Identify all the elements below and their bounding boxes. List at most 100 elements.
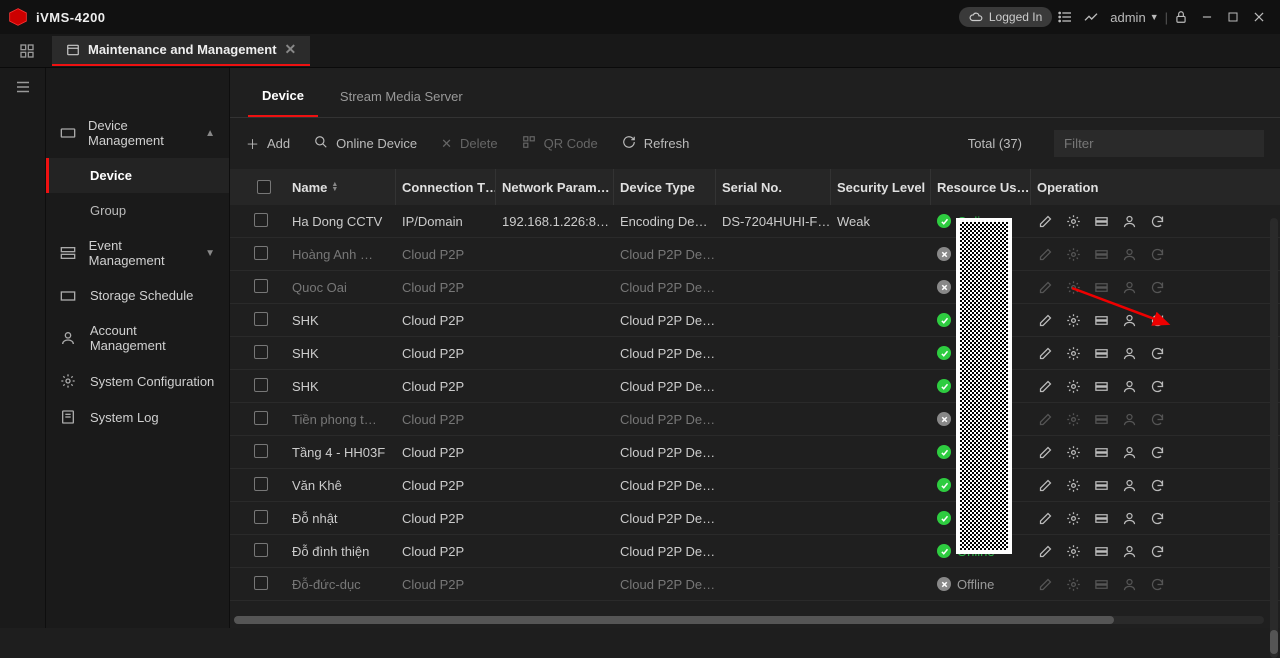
row-checkbox[interactable] bbox=[254, 444, 268, 458]
sidebar-item-system-log[interactable]: System Log bbox=[46, 399, 229, 435]
user-menu[interactable]: admin ▼ bbox=[1104, 4, 1164, 30]
subtab-device[interactable]: Device bbox=[248, 78, 318, 117]
col-serial[interactable]: Serial No. bbox=[716, 169, 831, 205]
nvr-icon[interactable] bbox=[1093, 576, 1109, 592]
col-connection[interactable]: Connection T… bbox=[396, 169, 496, 205]
sync-icon[interactable] bbox=[1149, 378, 1165, 394]
horizontal-scrollbar[interactable] bbox=[234, 616, 1264, 624]
col-operation[interactable]: Operation bbox=[1031, 169, 1251, 205]
sidebar-item-device[interactable]: Device bbox=[46, 158, 229, 193]
edit-icon[interactable] bbox=[1037, 411, 1053, 427]
col-name[interactable]: Name▲▼ bbox=[286, 169, 396, 205]
sidebar-item-storage-schedule[interactable]: Storage Schedule bbox=[46, 278, 229, 313]
edit-icon[interactable] bbox=[1037, 444, 1053, 460]
subtab-stream-media-server[interactable]: Stream Media Server bbox=[326, 79, 477, 116]
add-button[interactable]: ＋ Add bbox=[246, 134, 290, 153]
qr-code-button[interactable]: QR Code bbox=[522, 135, 598, 152]
sync-icon[interactable] bbox=[1149, 477, 1165, 493]
edit-icon[interactable] bbox=[1037, 510, 1053, 526]
col-security[interactable]: Security Level bbox=[831, 169, 931, 205]
edit-icon[interactable] bbox=[1037, 477, 1053, 493]
sync-icon[interactable] bbox=[1149, 213, 1165, 229]
nvr-icon[interactable] bbox=[1093, 312, 1109, 328]
online-device-button[interactable]: Online Device bbox=[314, 135, 417, 152]
row-checkbox[interactable] bbox=[254, 246, 268, 260]
stats-icon[interactable] bbox=[1078, 4, 1104, 30]
list-icon[interactable] bbox=[1052, 4, 1078, 30]
filter-input[interactable] bbox=[1054, 130, 1264, 157]
table-row[interactable]: Tầng 4 - HH03F Cloud P2P Cloud P2P De… O… bbox=[230, 436, 1280, 469]
logged-in-pill[interactable]: Logged In bbox=[959, 7, 1052, 27]
row-checkbox[interactable] bbox=[254, 477, 268, 491]
person-icon[interactable] bbox=[1121, 411, 1137, 427]
tab-close-icon[interactable]: ✕ bbox=[285, 41, 297, 58]
nvr-icon[interactable] bbox=[1093, 543, 1109, 559]
sync-icon[interactable] bbox=[1149, 246, 1165, 262]
hamburger-icon[interactable] bbox=[14, 84, 32, 99]
person-icon[interactable] bbox=[1121, 477, 1137, 493]
select-all-checkbox[interactable] bbox=[257, 180, 271, 194]
table-row[interactable]: SHK Cloud P2P Cloud P2P De… Online bbox=[230, 337, 1280, 370]
table-row[interactable]: Ha Dong CCTV IP/Domain 192.168.1.226:800… bbox=[230, 205, 1280, 238]
col-resource[interactable]: Resource Us… bbox=[931, 169, 1031, 205]
edit-icon[interactable] bbox=[1037, 213, 1053, 229]
person-icon[interactable] bbox=[1121, 279, 1137, 295]
nvr-icon[interactable] bbox=[1093, 510, 1109, 526]
sync-icon[interactable] bbox=[1149, 345, 1165, 361]
settings-icon[interactable] bbox=[1065, 246, 1081, 262]
person-icon[interactable] bbox=[1121, 510, 1137, 526]
edit-icon[interactable] bbox=[1037, 246, 1053, 262]
settings-icon[interactable] bbox=[1065, 312, 1081, 328]
table-row[interactable]: SHK Cloud P2P Cloud P2P De… Online bbox=[230, 304, 1280, 337]
home-grid-icon[interactable] bbox=[8, 37, 46, 65]
row-checkbox[interactable] bbox=[254, 345, 268, 359]
table-row[interactable]: Đỗ nhật Cloud P2P Cloud P2P De… Online bbox=[230, 502, 1280, 535]
edit-icon[interactable] bbox=[1037, 345, 1053, 361]
table-row[interactable]: Đỗ-đức-dụ̣c Cloud P2P Cloud P2P De… Offl… bbox=[230, 568, 1280, 601]
table-row[interactable]: Tiền phong t… Cloud P2P Cloud P2P De… Of… bbox=[230, 403, 1280, 436]
settings-icon[interactable] bbox=[1065, 477, 1081, 493]
table-row[interactable]: Quoc Oai Cloud P2P Cloud P2P De… Offline bbox=[230, 271, 1280, 304]
person-icon[interactable] bbox=[1121, 213, 1137, 229]
person-icon[interactable] bbox=[1121, 312, 1137, 328]
sidebar-item-event-management[interactable]: Event Management ▼ bbox=[46, 228, 229, 278]
sidebar-item-account-management[interactable]: Account Management bbox=[46, 313, 229, 363]
settings-icon[interactable] bbox=[1065, 543, 1081, 559]
delete-button[interactable]: ✕ Delete bbox=[441, 136, 497, 152]
sidebar-item-device-management[interactable]: Device Management ▲ bbox=[46, 108, 229, 158]
row-checkbox[interactable] bbox=[254, 378, 268, 392]
vertical-scrollbar[interactable] bbox=[1270, 218, 1278, 658]
nvr-icon[interactable] bbox=[1093, 477, 1109, 493]
sync-icon[interactable] bbox=[1149, 543, 1165, 559]
edit-icon[interactable] bbox=[1037, 543, 1053, 559]
nvr-icon[interactable] bbox=[1093, 378, 1109, 394]
lock-icon[interactable] bbox=[1168, 4, 1194, 30]
person-icon[interactable] bbox=[1121, 345, 1137, 361]
sync-icon[interactable] bbox=[1149, 279, 1165, 295]
sync-icon[interactable] bbox=[1149, 312, 1165, 328]
sync-icon[interactable] bbox=[1149, 411, 1165, 427]
nvr-icon[interactable] bbox=[1093, 279, 1109, 295]
row-checkbox[interactable] bbox=[254, 543, 268, 557]
col-device-type[interactable]: Device Type bbox=[614, 169, 716, 205]
minimize-button[interactable] bbox=[1194, 4, 1220, 30]
person-icon[interactable] bbox=[1121, 576, 1137, 592]
edit-icon[interactable] bbox=[1037, 312, 1053, 328]
table-row[interactable]: Hoàng Anh … Cloud P2P Cloud P2P De… Offl… bbox=[230, 238, 1280, 271]
settings-icon[interactable] bbox=[1065, 576, 1081, 592]
nvr-icon[interactable] bbox=[1093, 345, 1109, 361]
person-icon[interactable] bbox=[1121, 378, 1137, 394]
edit-icon[interactable] bbox=[1037, 576, 1053, 592]
row-checkbox[interactable] bbox=[254, 213, 268, 227]
maximize-button[interactable] bbox=[1220, 4, 1246, 30]
nvr-icon[interactable] bbox=[1093, 246, 1109, 262]
edit-icon[interactable] bbox=[1037, 279, 1053, 295]
close-button[interactable] bbox=[1246, 4, 1272, 30]
sidebar-item-group[interactable]: Group bbox=[46, 193, 229, 228]
table-row[interactable]: Văn Khê Cloud P2P Cloud P2P De… Online bbox=[230, 469, 1280, 502]
person-icon[interactable] bbox=[1121, 246, 1137, 262]
nvr-icon[interactable] bbox=[1093, 411, 1109, 427]
row-checkbox[interactable] bbox=[254, 576, 268, 590]
table-row[interactable]: SHK Cloud P2P Cloud P2P De… Online bbox=[230, 370, 1280, 403]
col-network[interactable]: Network Param… bbox=[496, 169, 614, 205]
